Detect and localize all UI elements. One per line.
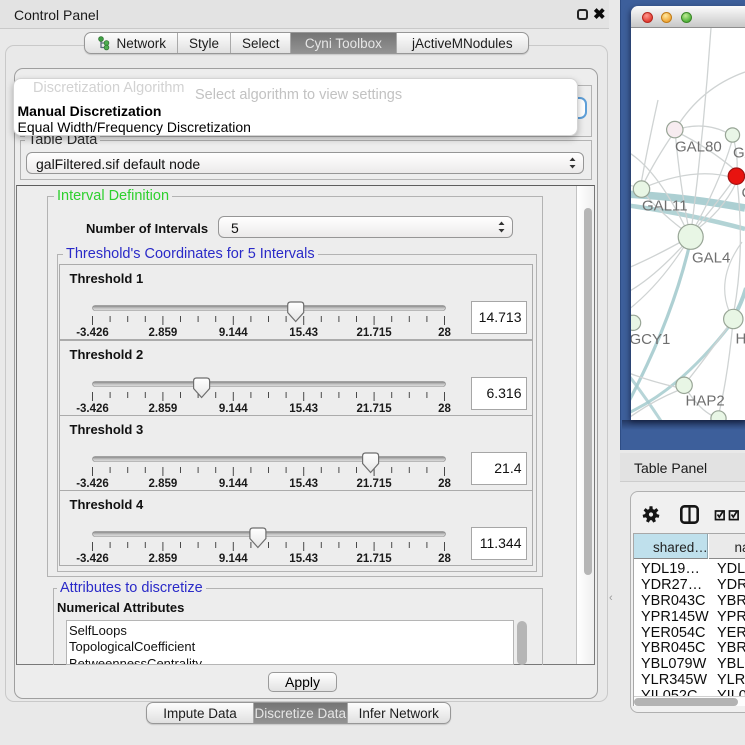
svg-text:28: 28 (438, 478, 451, 490)
svg-text:15.43: 15.43 (289, 327, 318, 339)
svg-text:HAP2: HAP2 (686, 393, 725, 410)
svg-text:GA: GA (733, 145, 745, 162)
svg-text:GAL80: GAL80 (675, 139, 722, 156)
svg-text:2.859: 2.859 (148, 403, 177, 415)
svg-text:21.715: 21.715 (356, 327, 392, 339)
svg-text:15.43: 15.43 (289, 478, 318, 490)
svg-text:15.43: 15.43 (289, 403, 318, 415)
svg-text:9.144: 9.144 (218, 327, 247, 339)
svg-text:9.144: 9.144 (218, 553, 247, 565)
svg-text:21.715: 21.715 (356, 403, 392, 415)
svg-text:28: 28 (438, 553, 451, 565)
svg-text:-3.426: -3.426 (76, 403, 109, 415)
svg-text:21.715: 21.715 (356, 478, 392, 490)
svg-text:15.43: 15.43 (289, 553, 318, 565)
svg-text:28: 28 (438, 403, 451, 415)
svg-text:-3.426: -3.426 (76, 478, 109, 490)
svg-text:-3.426: -3.426 (76, 553, 109, 565)
svg-text:9.144: 9.144 (218, 478, 247, 490)
svg-text:GCY1: GCY1 (631, 331, 670, 348)
svg-text:2.859: 2.859 (148, 327, 177, 339)
svg-text:H: H (736, 331, 745, 348)
svg-text:2.859: 2.859 (148, 478, 177, 490)
svg-text:28: 28 (438, 327, 451, 339)
svg-text:2.859: 2.859 (148, 553, 177, 565)
svg-text:C: C (742, 185, 745, 202)
svg-text:GAL4: GAL4 (692, 250, 730, 267)
svg-text:-3.426: -3.426 (76, 327, 109, 339)
svg-text:GAL11: GAL11 (642, 198, 688, 215)
svg-text:9.144: 9.144 (218, 403, 247, 415)
svg-text:21.715: 21.715 (356, 553, 392, 565)
